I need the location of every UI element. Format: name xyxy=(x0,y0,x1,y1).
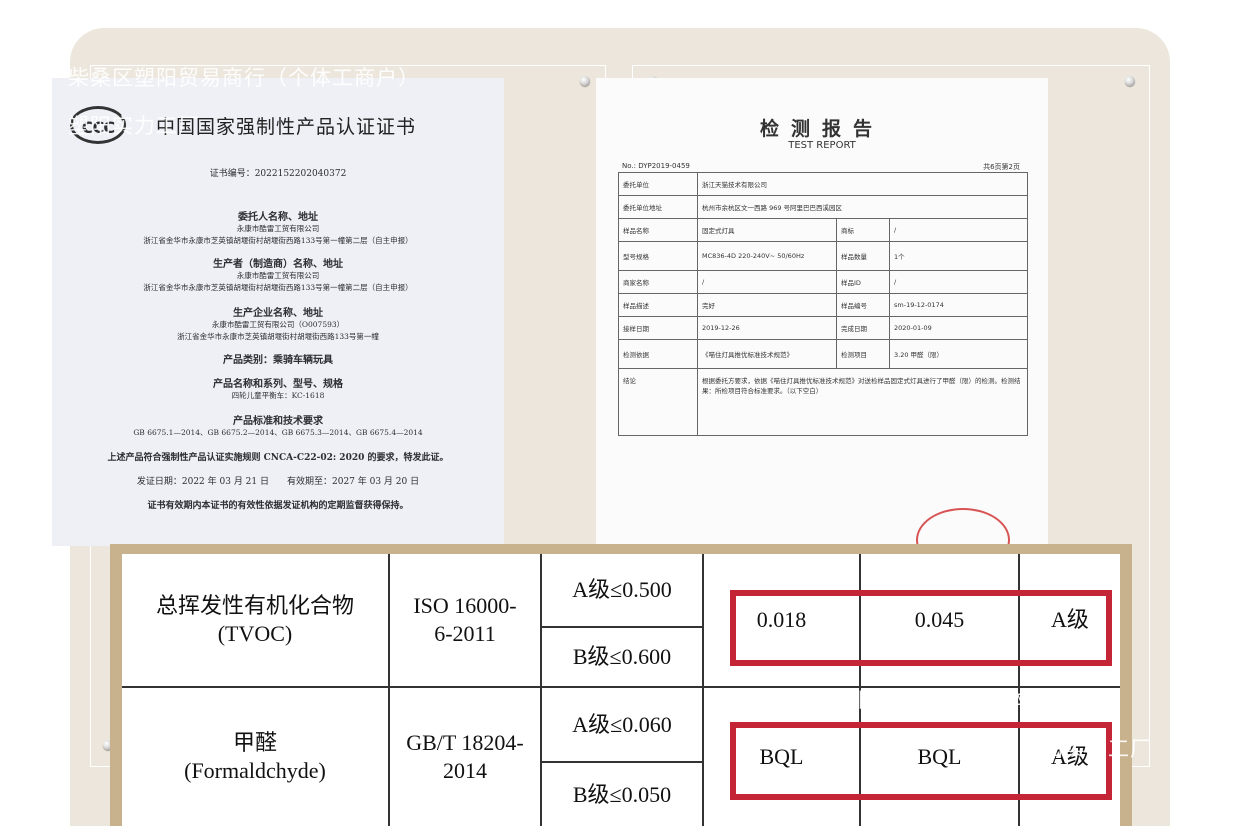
test-standard: GB/T 18204-2014 xyxy=(406,730,524,783)
issue-dates: 发证日期：2022 年 03 月 21 日 有效期至：2027 年 03 月 2… xyxy=(136,477,420,487)
ccc-certificate: CCC 中国国家强制性产品认证证书 证书编号：2022152202040372 … xyxy=(52,78,504,546)
certificate-number: 证书编号：2022152202040372 xyxy=(209,169,347,179)
factory-address: 浙江省金华市永康市芝英镇胡堰街村胡堰街西路133号第一幢 xyxy=(177,332,379,341)
producer-name: 永康市酷雷工贸有限公司 xyxy=(236,271,320,280)
limit-grade-a: A级≤0.060 xyxy=(572,711,672,737)
table-row: 样品名称 固定式灯具 商标 / xyxy=(618,218,1028,242)
table-row: 样品描述 完好 样品编号 sm-19-12-0174 xyxy=(618,293,1028,317)
client-address: 浙江省金华市永康市芝英镇胡堰街村胡堰街西路133号第一幢第二层（自主申报） xyxy=(143,236,413,245)
pin-icon xyxy=(1125,76,1135,86)
shop-watermark: 柴桑区塑阳贸易商行（个体工商户） xyxy=(68,66,420,90)
shop-watermark: 柴桑区塑阳贸易商行（个体工商户） xyxy=(762,688,1114,712)
product-standards: GB 6675.1—2014、GB 6675.2—2014、GB 6675.3—… xyxy=(133,428,423,437)
table-row: 委托单位地址 杭州市余杭区文一西路 969 号阿里巴巴西溪园区 xyxy=(618,195,1028,219)
validity-note: 证书有效期内本证书的有效性依据发证机构的定期监督获得保持。 xyxy=(147,501,409,511)
limit-grade-b: B级≤0.600 xyxy=(572,644,672,669)
producer-address: 浙江省金华市永康市芝英镇胡堰街村胡堰街西路133号第一幢第二层（自主申报） xyxy=(143,283,413,292)
table-row: 型号规格 MC836-4D 220-240V~ 50/60Hz 样品数量 1个 xyxy=(618,241,1028,271)
product-model: 四轮儿童平衡车：KC-1618 xyxy=(231,391,325,400)
red-seal-stamp-icon xyxy=(916,508,1010,546)
model-heading: 产品名称和系列、型号、规格 xyxy=(213,379,343,390)
report-title: 检测报告 xyxy=(759,118,884,140)
producer-heading: 生产者（制造商）名称、地址 xyxy=(213,259,343,270)
table-row: 委托单位 浙江天猫技术有限公司 xyxy=(618,172,1028,196)
client-name: 永康市酷雷工贸有限公司 xyxy=(236,224,320,233)
pollutant-name: 总挥发性有机化合物 (TVOC) xyxy=(155,593,354,646)
test-standard: ISO 16000-6-2011 xyxy=(413,593,517,646)
report-subtitle: TEST REPORT xyxy=(788,140,856,151)
table-row: 商家名称 / 样品ID / xyxy=(618,270,1028,294)
report-number: No.: DYP2019-0459 xyxy=(622,162,690,170)
table-row: 接样日期 2019-12-26 完成日期 2020-01-09 xyxy=(618,316,1028,340)
factory-watermark: 塑阳实力工厂 xyxy=(1020,737,1152,761)
pin-icon xyxy=(580,76,590,86)
product-category: 产品类别：乘骑车辆玩具 xyxy=(223,355,333,366)
report-table: 委托单位 浙江天猫技术有限公司 委托单位地址 杭州市余杭区文一西路 969 号阿… xyxy=(618,172,1028,436)
limit-grade-a: A级≤0.500 xyxy=(572,577,672,602)
conformity-statement: 上述产品符合强制性产品认证实施规则 CNCA-C22-02: 2020 的要求，… xyxy=(107,453,449,463)
client-heading: 委托人名称、地址 xyxy=(238,212,318,223)
factory-watermark: 塑阳实力工厂 xyxy=(68,114,200,138)
table-row: 结论 根据委托方要求，依据《喵住灯具推优标准技术规范》对送检样品固定式灯具进行了… xyxy=(618,368,1028,436)
highlight-box xyxy=(730,590,1112,666)
standard-heading: 产品标准和技术要求 xyxy=(233,416,323,427)
factory-name: 永康市酷雷工贸有限公司（O007593） xyxy=(211,320,345,329)
limit-grade-b: B级≤0.050 xyxy=(572,781,672,807)
pollutant-name: 甲醛 (Formaldchyde) xyxy=(184,730,326,783)
report-page-info: 共6页第2页 xyxy=(983,163,1020,171)
test-report: 检测报告 TEST REPORT No.: DYP2019-0459 共6页第2… xyxy=(596,78,1048,546)
factory-heading: 生产企业名称、地址 xyxy=(233,308,323,319)
table-row: 检测依据 《喵住灯具推优标准技术规范》 检测项目 3.20 甲醛（限） xyxy=(618,339,1028,369)
